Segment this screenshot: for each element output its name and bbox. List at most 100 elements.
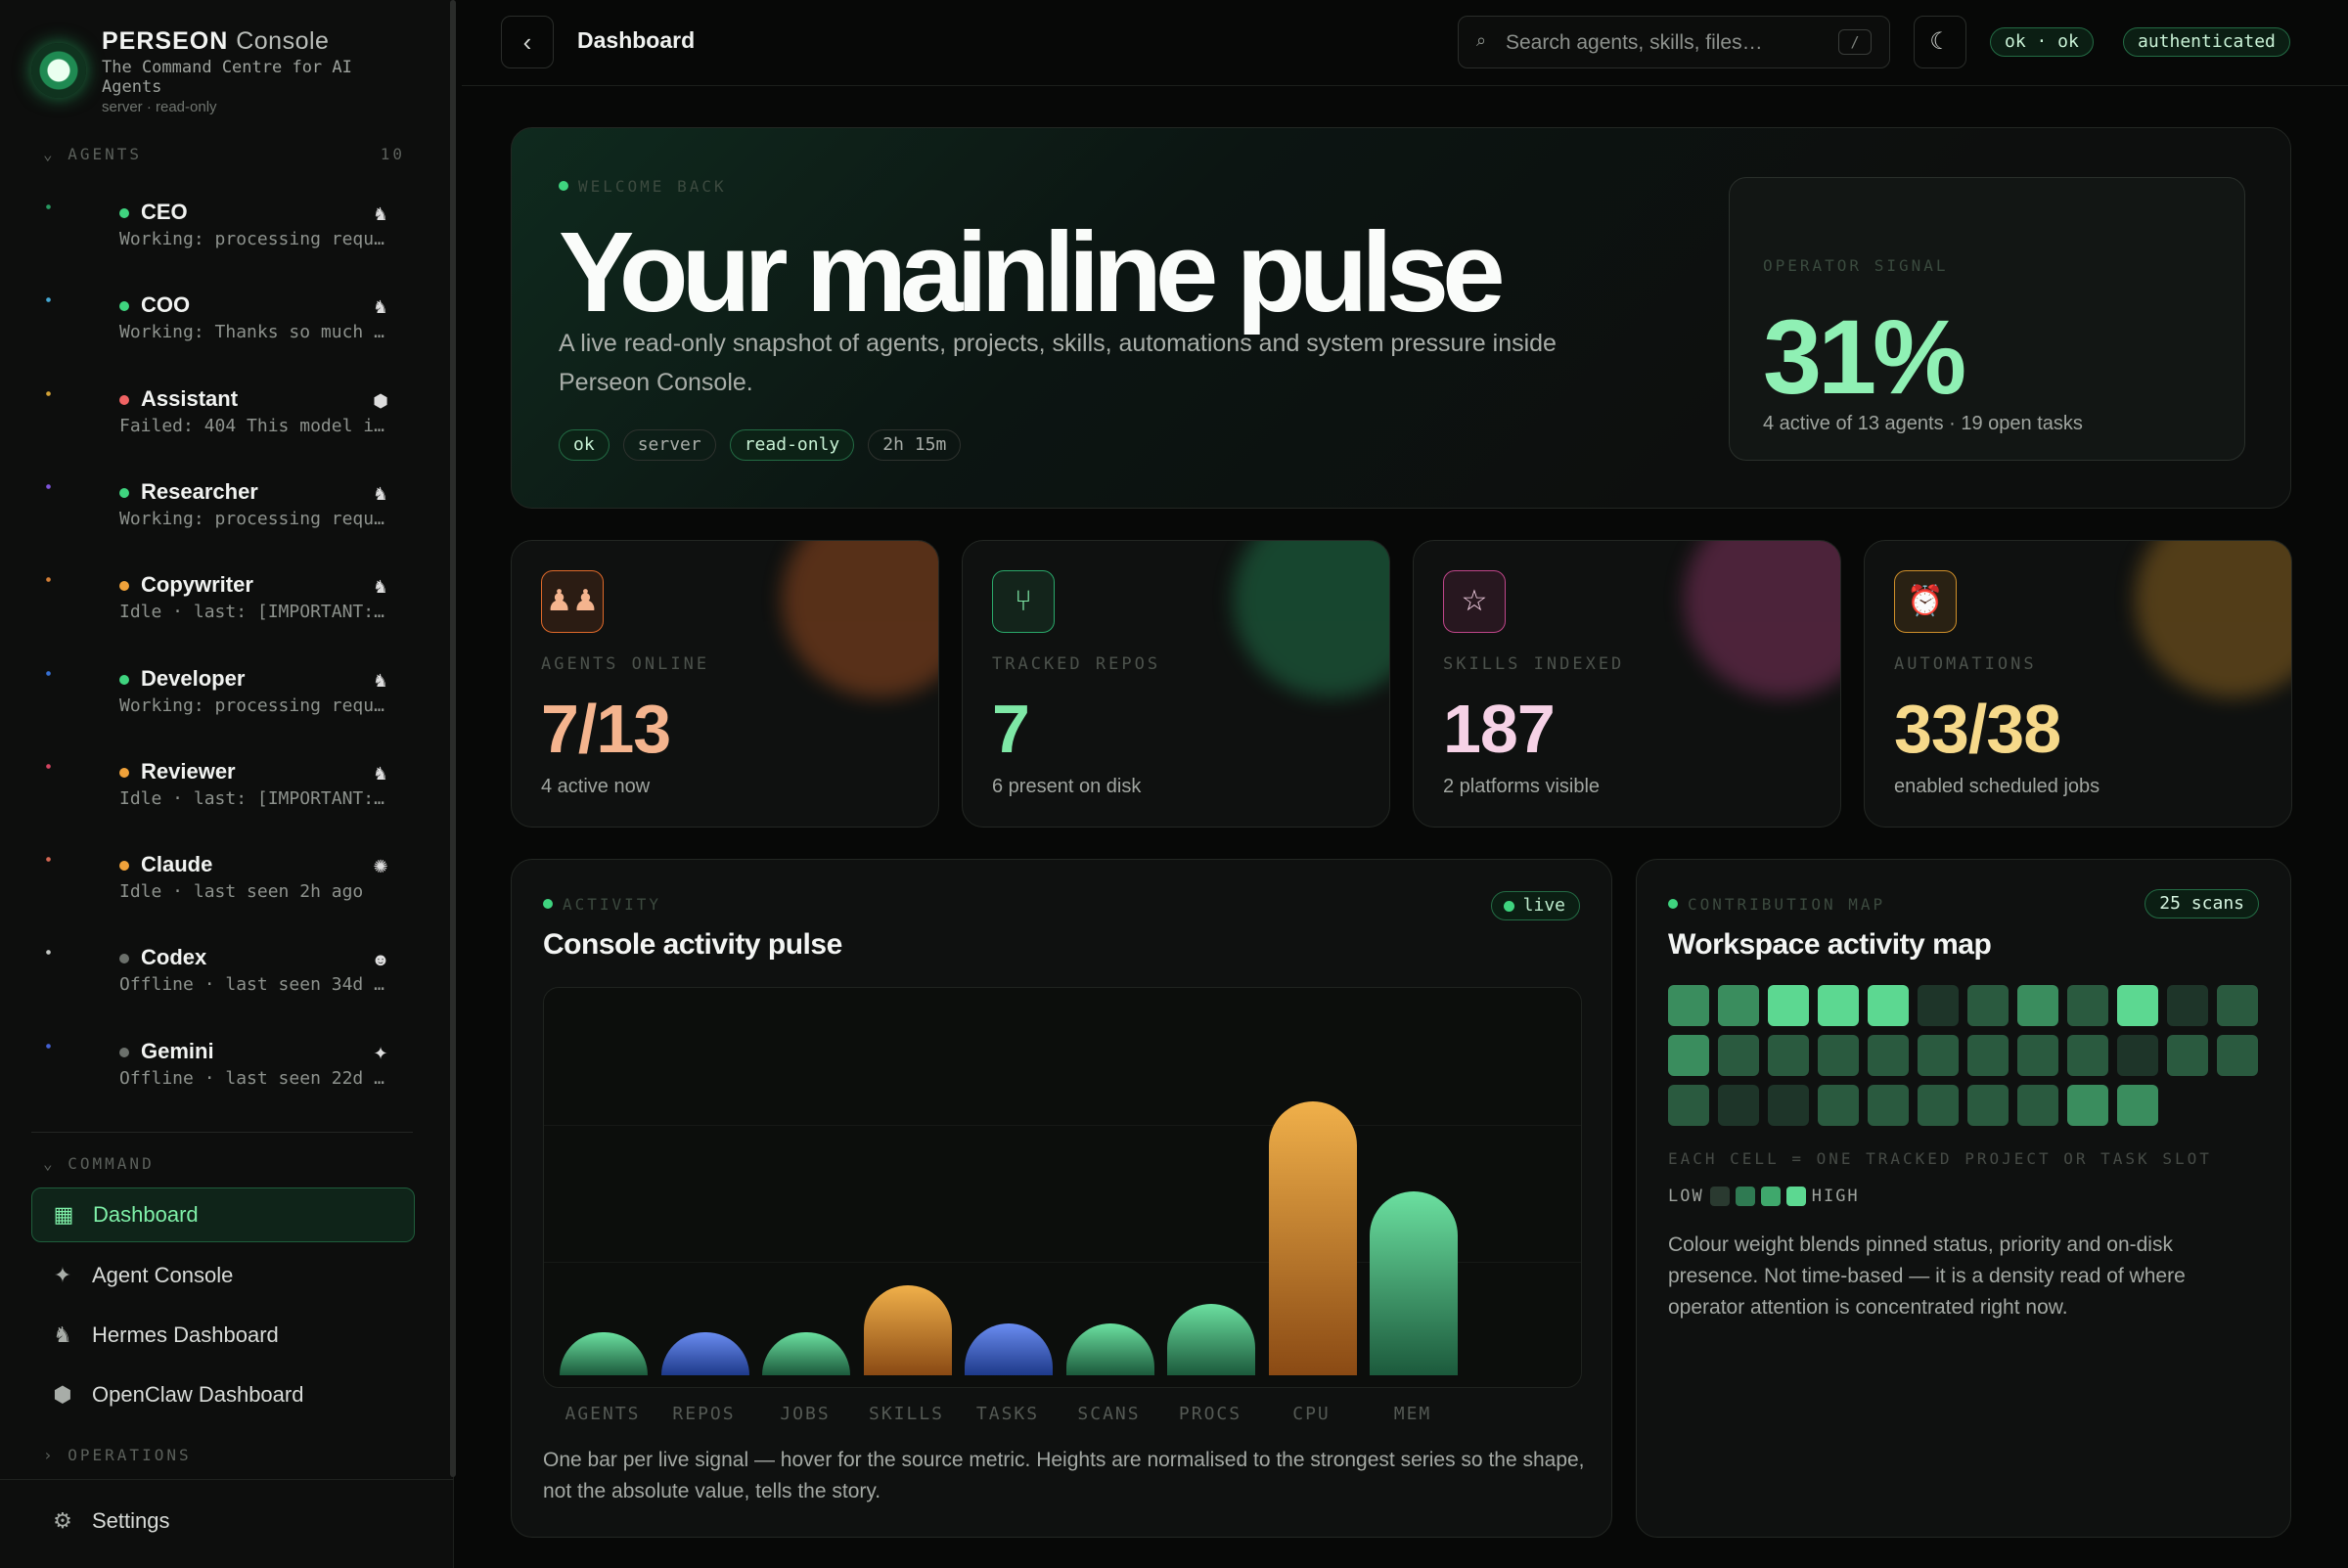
agent-item-copywriter[interactable]: Copywriter Idle · last: [IMPORTANT:… ♞ — [45, 568, 407, 637]
agent-item-ceo[interactable]: CEO Working: processing requ… ♞ — [45, 196, 407, 264]
activity-cell[interactable] — [1818, 985, 1859, 1026]
agent-status: Working: processing requ… — [119, 694, 384, 716]
bar-repos[interactable] — [660, 1332, 749, 1375]
activity-cell[interactable] — [1918, 1035, 1959, 1076]
kpi-card-automations[interactable]: ⏰ AUTOMATIONS 33/38 enabled scheduled jobs — [1864, 540, 2292, 828]
activity-cell[interactable] — [2067, 1035, 2108, 1076]
nav-agent-console[interactable]: ✦ Agent Console — [31, 1248, 415, 1303]
agent-item-coo[interactable]: COO Working: Thanks so much … ♞ — [45, 289, 407, 357]
map-description: Colour weight blends pinned status, prio… — [1668, 1233, 2186, 1319]
agents-count: 10 — [380, 145, 405, 163]
agent-item-researcher[interactable]: Researcher Working: processing requ… ♞ — [45, 475, 407, 544]
agent-avatar — [45, 203, 100, 254]
activity-cell[interactable] — [1768, 1035, 1809, 1076]
activity-cell[interactable] — [1668, 1035, 1709, 1076]
activity-cell[interactable] — [1718, 985, 1759, 1026]
back-button[interactable]: ‹ — [501, 16, 554, 68]
kpi-card-tracked-repos[interactable]: ⑂ TRACKED REPOS 7 6 present on disk — [962, 540, 1390, 828]
bar-tasks[interactable] — [965, 1322, 1053, 1375]
search-input[interactable]: ⌕ Search agents, skills, files… / — [1458, 16, 1890, 68]
activity-cell[interactable] — [1868, 1035, 1909, 1076]
agents-section-header[interactable]: ⌄ AGENTS 10 — [43, 145, 405, 163]
activity-cell[interactable] — [1868, 1085, 1909, 1126]
nav-dashboard[interactable]: ▦ Dashboard — [31, 1187, 415, 1242]
activity-cell[interactable] — [1768, 1085, 1809, 1126]
activity-cell[interactable] — [1818, 1035, 1859, 1076]
status-dot — [119, 861, 129, 872]
legend-low: LOW — [1668, 1187, 1704, 1206]
agent-item-codex[interactable]: Codex Offline · last seen 34d … ☻ — [45, 941, 407, 1009]
status-dot — [119, 674, 129, 685]
activity-cell[interactable] — [1668, 985, 1709, 1026]
activity-cell[interactable] — [1668, 1085, 1709, 1126]
agent-item-claude[interactable]: Claude Idle · last seen 2h ago ✺ — [45, 848, 407, 917]
activity-cell[interactable] — [1918, 985, 1959, 1026]
agent-console-icon: ✦ — [53, 1263, 72, 1287]
kpi-card-skills-indexed[interactable]: ☆ SKILLS INDEXED 187 2 platforms visible — [1413, 540, 1841, 828]
activity-cell[interactable] — [2067, 1085, 2108, 1126]
nav-settings[interactable]: ⚙ Settings — [31, 1494, 415, 1548]
activity-cell[interactable] — [2017, 985, 2058, 1026]
agent-name: Gemini — [141, 1038, 214, 1063]
sidebar-scrollbar[interactable] — [450, 0, 456, 1477]
activity-cell[interactable] — [1868, 985, 1909, 1026]
nav-hermes-dashboard[interactable]: ♞ Hermes Dashboard — [31, 1308, 415, 1363]
agent-status: Working: processing requ… — [119, 508, 384, 529]
sidebar: PERSEON Console The Command Centre for A… — [0, 0, 454, 1568]
signal-eyebrow: OPERATOR SIGNAL — [1763, 256, 1949, 275]
activity-cell[interactable] — [2217, 1035, 2258, 1076]
activity-cell[interactable] — [2067, 985, 2108, 1026]
x-tick-label: PROCS — [1178, 1404, 1242, 1424]
bar-jobs[interactable] — [762, 1332, 850, 1375]
nav-openclaw-dashboard[interactable]: ⬢ OpenClaw Dashboard — [31, 1367, 415, 1422]
activity-cell[interactable] — [1718, 1035, 1759, 1076]
activity-cell[interactable] — [2117, 985, 2158, 1026]
kpi-card-agents-online[interactable]: ♟♟ AGENTS ONLINE 7/13 4 active now — [511, 540, 939, 828]
tag-access: read-only — [729, 429, 855, 461]
bar-scans[interactable] — [1065, 1322, 1154, 1375]
activity-cell[interactable] — [2017, 1035, 2058, 1076]
bar-procs[interactable] — [1167, 1304, 1255, 1375]
activity-cell[interactable] — [1967, 1085, 2009, 1126]
map-legend: LOW HIGH — [1668, 1187, 1860, 1206]
agent-item-assistant[interactable]: Assistant Failed: 404 This model i… ⬢ — [45, 382, 407, 451]
activity-cell[interactable] — [2167, 985, 2208, 1026]
activity-cell[interactable] — [1967, 985, 2009, 1026]
operations-section-header[interactable]: › OPERATIONS — [43, 1446, 405, 1464]
card-glow — [1684, 541, 1840, 697]
agent-avatar — [45, 576, 100, 628]
activity-cell[interactable] — [2117, 1035, 2158, 1076]
status-pill: ok · ok — [1990, 27, 2094, 57]
hero-description: A live read-only snapshot of agents, pro… — [559, 330, 1557, 396]
agent-avatar — [45, 296, 100, 348]
activity-cell[interactable] — [1718, 1085, 1759, 1126]
x-tick-label: CPU — [1292, 1404, 1331, 1424]
activity-cell[interactable] — [2017, 1085, 2058, 1126]
bar-cpu[interactable] — [1268, 1101, 1357, 1375]
x-tick-label: TASKS — [975, 1404, 1040, 1424]
activity-cell[interactable] — [1818, 1085, 1859, 1126]
status-dot — [119, 301, 129, 312]
agent-item-developer[interactable]: Developer Working: processing requ… ♞ — [45, 662, 407, 731]
activity-cell[interactable] — [2167, 1035, 2208, 1076]
legend-swatch — [1760, 1187, 1781, 1206]
agent-status: Offline · last seen 22d … — [119, 1067, 384, 1089]
agent-item-reviewer[interactable]: Reviewer Idle · last: [IMPORTANT:… ♞ — [45, 755, 407, 824]
bar-agents[interactable] — [560, 1332, 648, 1375]
activity-cell[interactable] — [2217, 985, 2258, 1026]
activity-cell[interactable] — [1967, 1035, 2009, 1076]
activity-cell[interactable] — [2117, 1085, 2158, 1126]
activity-cell[interactable] — [1768, 985, 1809, 1026]
activity-cell[interactable] — [1918, 1085, 1959, 1126]
theme-toggle-button[interactable]: ☾ — [1914, 16, 1966, 68]
status-dot — [119, 954, 129, 964]
agent-avatar — [45, 1042, 100, 1094]
hero-eyebrow: WELCOME BACK — [559, 177, 727, 196]
agent-item-gemini[interactable]: Gemini Offline · last seen 22d … ✦ — [45, 1035, 407, 1103]
bar-skills[interactable] — [863, 1284, 952, 1375]
agent-runtime-icon: ☻ — [371, 950, 390, 970]
command-section-header[interactable]: ⌄ COMMAND — [43, 1154, 405, 1173]
openclaw-icon: ⬢ — [53, 1382, 72, 1407]
activity-chart — [543, 987, 1582, 1388]
bar-mem[interactable] — [1370, 1191, 1458, 1375]
